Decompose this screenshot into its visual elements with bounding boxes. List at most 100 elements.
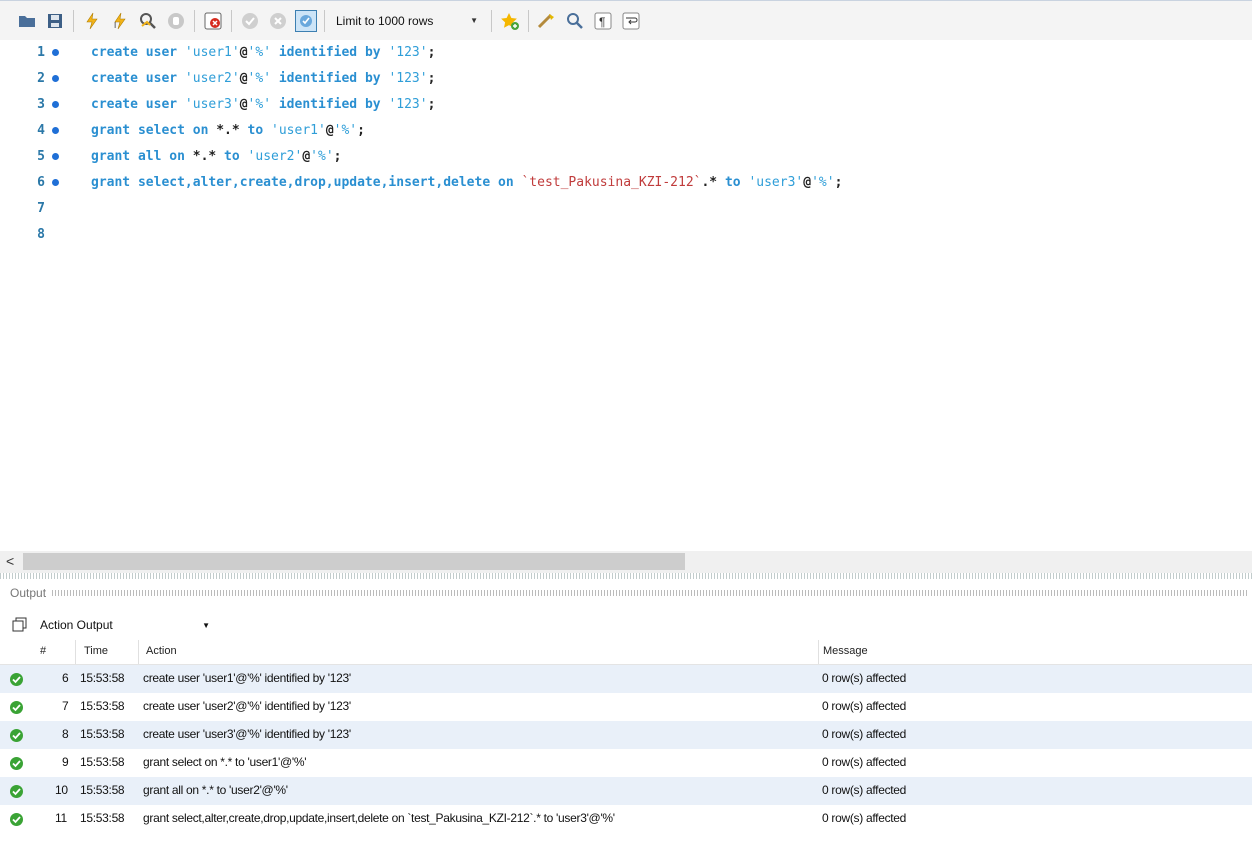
panel-splitter[interactable]	[0, 573, 1252, 579]
column-header-number[interactable]: #	[40, 645, 46, 657]
output-type-label: Action Output	[40, 618, 113, 632]
row-action: grant select on *.* to 'user1'@'%'	[143, 755, 307, 769]
column-header-message[interactable]: Message	[823, 645, 868, 657]
editor-line: 2 create user 'user2'@'%' identified by …	[0, 66, 1252, 92]
line-number: 4	[37, 123, 45, 138]
toolbar-separator	[231, 9, 232, 32]
editor-line: 8	[0, 222, 1252, 248]
editor-line: 3 create user 'user3'@'%' identified by …	[0, 92, 1252, 118]
stop-icon[interactable]	[165, 10, 187, 32]
toolbar-separator	[491, 9, 492, 32]
find-icon[interactable]	[564, 10, 586, 32]
line-number: 3	[37, 97, 45, 112]
column-header-action[interactable]: Action	[146, 645, 177, 657]
table-row[interactable]: 11 15:53:58 grant select,alter,create,dr…	[0, 805, 1252, 833]
line-number: 5	[37, 149, 45, 164]
execute-icon[interactable]	[81, 10, 103, 32]
row-time: 15:53:58	[80, 671, 125, 685]
scrollbar-thumb[interactable]	[23, 553, 685, 570]
editor-horizontal-scrollbar[interactable]: <	[0, 551, 1252, 573]
toolbar-separator	[73, 9, 74, 32]
statement-marker-icon	[52, 153, 59, 160]
svg-text:¶: ¶	[599, 15, 605, 29]
row-number: 11	[55, 811, 67, 825]
row-message: 0 row(s) affected	[822, 811, 907, 825]
scroll-left-icon[interactable]: <	[6, 553, 14, 569]
sql-editor[interactable]: 1 create user 'user1'@'%' identified by …	[0, 40, 1252, 551]
table-row[interactable]: 9 15:53:58 grant select on *.* to 'user1…	[0, 749, 1252, 777]
row-action: create user 'user3'@'%' identified by '1…	[143, 727, 351, 741]
commit-icon[interactable]	[239, 10, 261, 32]
row-time: 15:53:58	[80, 727, 125, 741]
svg-text:I: I	[114, 21, 116, 30]
editor-line: 5 grant all on *.* to 'user2'@'%';	[0, 144, 1252, 170]
explain-icon[interactable]	[137, 10, 159, 32]
output-panel-header: Output	[0, 582, 1252, 604]
row-action: grant all on *.* to 'user2'@'%'	[143, 783, 288, 797]
beautify-icon[interactable]	[536, 10, 558, 32]
row-number: 8	[62, 727, 69, 741]
output-title: Output	[10, 586, 47, 600]
code-text: create user 'user1'@'%' identified by '1…	[91, 45, 436, 60]
execute-current-icon[interactable]: I	[109, 10, 131, 32]
success-check-icon	[10, 701, 23, 714]
table-row[interactable]: 8 15:53:58 create user 'user3'@'%' ident…	[0, 721, 1252, 749]
row-number: 10	[55, 783, 68, 797]
table-row[interactable]: 7 15:53:58 create user 'user2'@'%' ident…	[0, 693, 1252, 721]
chevron-down-icon: ▼	[202, 620, 210, 630]
sql-editor-toolbar: I Limit to 1000 rows ▼ ¶	[0, 0, 1252, 40]
line-number: 2	[37, 71, 45, 86]
column-divider	[818, 640, 819, 664]
toolbar-separator	[528, 9, 529, 32]
statement-marker-icon	[52, 101, 59, 108]
line-number: 1	[37, 45, 45, 60]
word-wrap-icon[interactable]	[620, 10, 642, 32]
success-check-icon	[10, 729, 23, 742]
code-text: grant select,alter,create,drop,update,in…	[91, 175, 843, 190]
statement-marker-icon	[52, 179, 59, 186]
panel-grip[interactable]	[52, 590, 1248, 596]
limit-rows-select[interactable]: Limit to 1000 rows ▼	[332, 9, 486, 33]
copy-icon[interactable]	[12, 617, 28, 633]
action-output-grid: # Time Action Message 6 15:53:58 create …	[0, 640, 1252, 833]
open-file-icon[interactable]	[16, 10, 38, 32]
success-check-icon	[10, 813, 23, 826]
toggle-error-icon[interactable]	[202, 10, 224, 32]
code-text: grant select on *.* to 'user1'@'%';	[91, 123, 365, 138]
row-action: create user 'user2'@'%' identified by '1…	[143, 699, 351, 713]
statement-marker-icon	[52, 49, 59, 56]
column-divider	[75, 640, 76, 664]
editor-line: 4 grant select on *.* to 'user1'@'%';	[0, 118, 1252, 144]
line-number: 7	[37, 201, 45, 216]
line-number: 8	[37, 227, 45, 242]
rollback-icon[interactable]	[267, 10, 289, 32]
code-text: grant all on *.* to 'user2'@'%';	[91, 149, 342, 164]
success-check-icon	[10, 757, 23, 770]
row-message: 0 row(s) affected	[822, 783, 907, 797]
row-action: grant select,alter,create,drop,update,in…	[143, 811, 615, 825]
row-message: 0 row(s) affected	[822, 755, 907, 769]
add-snippet-icon[interactable]	[499, 10, 521, 32]
limit-rows-label: Limit to 1000 rows	[336, 13, 434, 28]
chevron-down-icon: ▼	[470, 16, 478, 25]
statement-marker-icon	[52, 127, 59, 134]
editor-line: 7	[0, 196, 1252, 222]
row-message: 0 row(s) affected	[822, 671, 907, 685]
success-check-icon	[10, 785, 23, 798]
row-time: 15:53:58	[80, 811, 125, 825]
row-number: 6	[62, 671, 69, 685]
row-time: 15:53:58	[80, 699, 125, 713]
output-type-select[interactable]: Action Output ▼	[36, 613, 216, 637]
table-row[interactable]: 10 15:53:58 grant all on *.* to 'user2'@…	[0, 777, 1252, 805]
autocommit-icon[interactable]	[295, 9, 317, 32]
editor-line: 1 create user 'user1'@'%' identified by …	[0, 40, 1252, 66]
line-number: 6	[37, 175, 45, 190]
save-icon[interactable]	[44, 10, 66, 32]
table-row[interactable]: 6 15:53:58 create user 'user1'@'%' ident…	[0, 665, 1252, 693]
toolbar-separator	[194, 9, 195, 32]
column-header-time[interactable]: Time	[84, 645, 108, 657]
toolbar-separator	[324, 9, 325, 32]
output-selector-row: Action Output ▼	[0, 612, 260, 638]
invisible-chars-icon[interactable]: ¶	[592, 10, 614, 32]
editor-line: 6 grant select,alter,create,drop,update,…	[0, 170, 1252, 196]
